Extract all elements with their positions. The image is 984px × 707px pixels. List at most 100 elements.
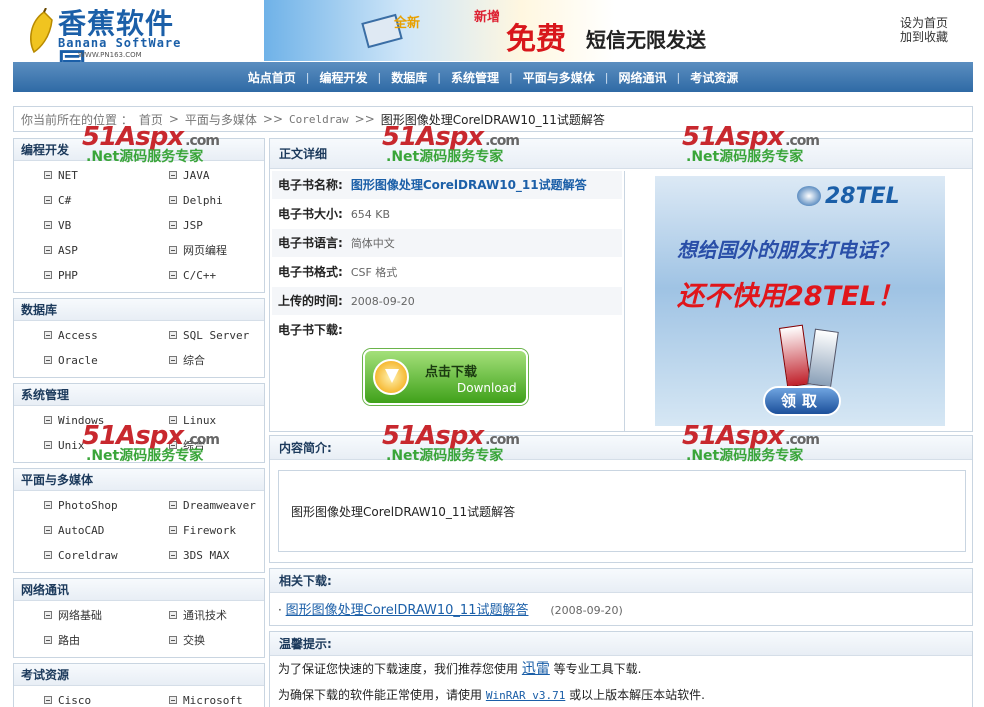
sidebar-item-label: NET (58, 169, 78, 182)
bullet-icon (44, 416, 52, 424)
ad-claim-button[interactable]: 领取 (763, 386, 841, 416)
sidebar-item-label: Firework (183, 524, 236, 537)
sidebar-item[interactable]: 通讯技术 (139, 603, 264, 628)
sidebar: 编程开发 NET JAVA C# Delphi VB JSP ASP 网页编程 PHP C/C++ 数… (13, 138, 265, 707)
sidebar-item[interactable]: Windows (14, 408, 139, 433)
sidebar-item[interactable]: SQL Server (139, 323, 264, 348)
nav-graphics[interactable]: 平面与多媒体 (513, 69, 605, 86)
sidebar-item[interactable]: Firework (139, 518, 264, 543)
sidebar-item[interactable]: PHP (14, 263, 139, 288)
sidebar-item-label: JSP (183, 219, 203, 232)
sidebar-item[interactable]: C# (14, 188, 139, 213)
intro-body: 图形图像处理CorelDRAW10_11试题解答 (278, 470, 966, 552)
winrar-link[interactable]: WinRAR v3.71 (486, 689, 565, 702)
logo-url: WWW.PN163.COM (78, 51, 142, 59)
sidebar-item-label: 网页编程 (183, 244, 227, 257)
xunlei-link[interactable]: 迅雷 (522, 661, 550, 677)
tips-title: 温馨提示: (270, 632, 972, 656)
sidebar-item[interactable]: 综合 (139, 433, 264, 458)
sidebar-item[interactable]: Linux (139, 408, 264, 433)
breadcrumb-subcategory[interactable]: Coreldraw (289, 113, 349, 126)
sidebar-item[interactable]: VB (14, 213, 139, 238)
bullet-icon (169, 171, 177, 179)
sidebar-item[interactable]: ASP (14, 238, 139, 263)
sidebar-item[interactable]: Cisco (14, 688, 139, 707)
breadcrumb-sep: >> (262, 112, 284, 126)
bullet-icon (169, 636, 177, 644)
sidebar-item-label: 综合 (183, 354, 205, 367)
book-title-link[interactable]: 图形图像处理CorelDRAW10_11试题解答 (351, 178, 587, 192)
sidebar-item-label: 交换 (183, 634, 205, 647)
sidebar-item-label: Delphi (183, 194, 223, 207)
nav-exam[interactable]: 考试资源 (680, 69, 748, 86)
ad-line2: 还不快用28TEL！ (677, 281, 904, 312)
related-link[interactable]: 图形图像处理CorelDRAW10_11试题解答 (286, 603, 529, 618)
nav-network[interactable]: 网络通讯 (608, 69, 676, 86)
nav-home[interactable]: 站点首页 (238, 69, 306, 86)
sidebar-item-label: C# (58, 194, 72, 207)
related-title: 相关下载: (270, 569, 972, 593)
sidebar-item[interactable]: Microsoft (139, 688, 264, 707)
bullet-icon (169, 441, 177, 449)
detail-panel: 正文详细 电子书名称: 图形图像处理CorelDRAW10_11试题解答 电子书大… (269, 138, 973, 432)
nav-sysadmin[interactable]: 系统管理 (441, 69, 509, 86)
sidebar-item[interactable]: 综合 (139, 348, 264, 373)
tips-line1: 为了保证您快速的下载速度，我们推荐您使用 迅雷 等专业工具下载. (270, 656, 972, 682)
sidebar-box-title[interactable]: 系统管理 (14, 384, 264, 406)
sidebar-item[interactable]: NET (14, 163, 139, 188)
sidebar-item[interactable]: 3DS MAX (139, 543, 264, 568)
bullet-icon (169, 501, 177, 509)
bullet-icon (44, 696, 52, 704)
breadcrumb-home[interactable]: 首页 (139, 111, 163, 128)
sidebar-box: 网络通讯网络基础 通讯技术 路由 交换 (13, 578, 265, 658)
sidebar-item[interactable]: JAVA (139, 163, 264, 188)
detail-row-format: 电子书格式: CSF 格式 (272, 258, 622, 287)
intro-panel: 内容简介: 图形图像处理CorelDRAW10_11试题解答 (269, 435, 973, 563)
sidebar-item[interactable]: 网页编程 (139, 238, 264, 263)
sidebar-item[interactable]: 网络基础 (14, 603, 139, 628)
sidebar-box-title[interactable]: 考试资源 (14, 664, 264, 686)
sidebar-item[interactable]: Oracle (14, 348, 139, 373)
logo-en: Banana SoftWare (58, 36, 182, 50)
sidebar-item[interactable]: Delphi (139, 188, 264, 213)
sidebar-box-title[interactable]: 编程开发 (14, 139, 264, 161)
sidebar-box: 数据库 Access SQL Server Oracle 综合 (13, 298, 265, 378)
field-label: 电子书格式: (278, 265, 343, 279)
site-logo[interactable]: 香蕉软件园 Banana SoftWare WWW.PN163.COM (18, 2, 198, 80)
bullet-icon (44, 331, 52, 339)
sidebar-item[interactable]: 路由 (14, 628, 139, 653)
field-label: 电子书下载: (278, 323, 343, 337)
nav-database[interactable]: 数据库 (381, 69, 437, 86)
sidebar-item-label: PHP (58, 269, 78, 282)
sidebar-item[interactable]: AutoCAD (14, 518, 139, 543)
bullet-icon (169, 331, 177, 339)
sidebar-items: PhotoShop Dreamweaver AutoCAD Firework Corel… (14, 491, 264, 572)
sidebar-box-title[interactable]: 平面与多媒体 (14, 469, 264, 491)
add-favorite-link[interactable]: 加到收藏 (900, 30, 970, 44)
sidebar-box-title[interactable]: 数据库 (14, 299, 264, 321)
header: 香蕉软件园 Banana SoftWare WWW.PN163.COM 全新 新… (0, 0, 984, 80)
sidebar-item[interactable]: Unix (14, 433, 139, 458)
sidebar-item[interactable]: PhotoShop (14, 493, 139, 518)
top-banner-ad[interactable]: 全新 新增 免费 短信无限发送 (264, 0, 732, 61)
download-button[interactable]: 点击下载 Download (363, 349, 528, 405)
download-label-en: Download (457, 381, 517, 395)
sidebar-item[interactable]: JSP (139, 213, 264, 238)
sidebar-item-label: C/C++ (183, 269, 217, 282)
set-homepage-link[interactable]: 设为首页 (900, 16, 970, 30)
sidebar-item[interactable]: Dreamweaver (139, 493, 264, 518)
sidebar-box: 平面与多媒体 PhotoShop Dreamweaver AutoCAD Firewor… (13, 468, 265, 573)
nav-programming[interactable]: 编程开发 (310, 69, 378, 86)
sidebar-item[interactable]: Coreldraw (14, 543, 139, 568)
breadcrumb-sep: > (168, 112, 179, 126)
detail-row-language: 电子书语言: 简体中文 (272, 229, 622, 258)
banner-tag1: 全新 (394, 16, 421, 31)
sidebar-item-label: 网络基础 (58, 609, 102, 622)
sidebar-item[interactable]: 交换 (139, 628, 264, 653)
sidebar-box-title[interactable]: 网络通讯 (14, 579, 264, 601)
sidebar-item[interactable]: C/C++ (139, 263, 264, 288)
sidebar-item[interactable]: Access (14, 323, 139, 348)
ad-28tel[interactable]: 28TEL 想给国外的朋友打电话？ 还不快用28TEL！ 领取 (655, 176, 945, 426)
breadcrumb-category[interactable]: 平面与多媒体 (185, 111, 257, 128)
banner-free: 免费 (506, 22, 566, 57)
